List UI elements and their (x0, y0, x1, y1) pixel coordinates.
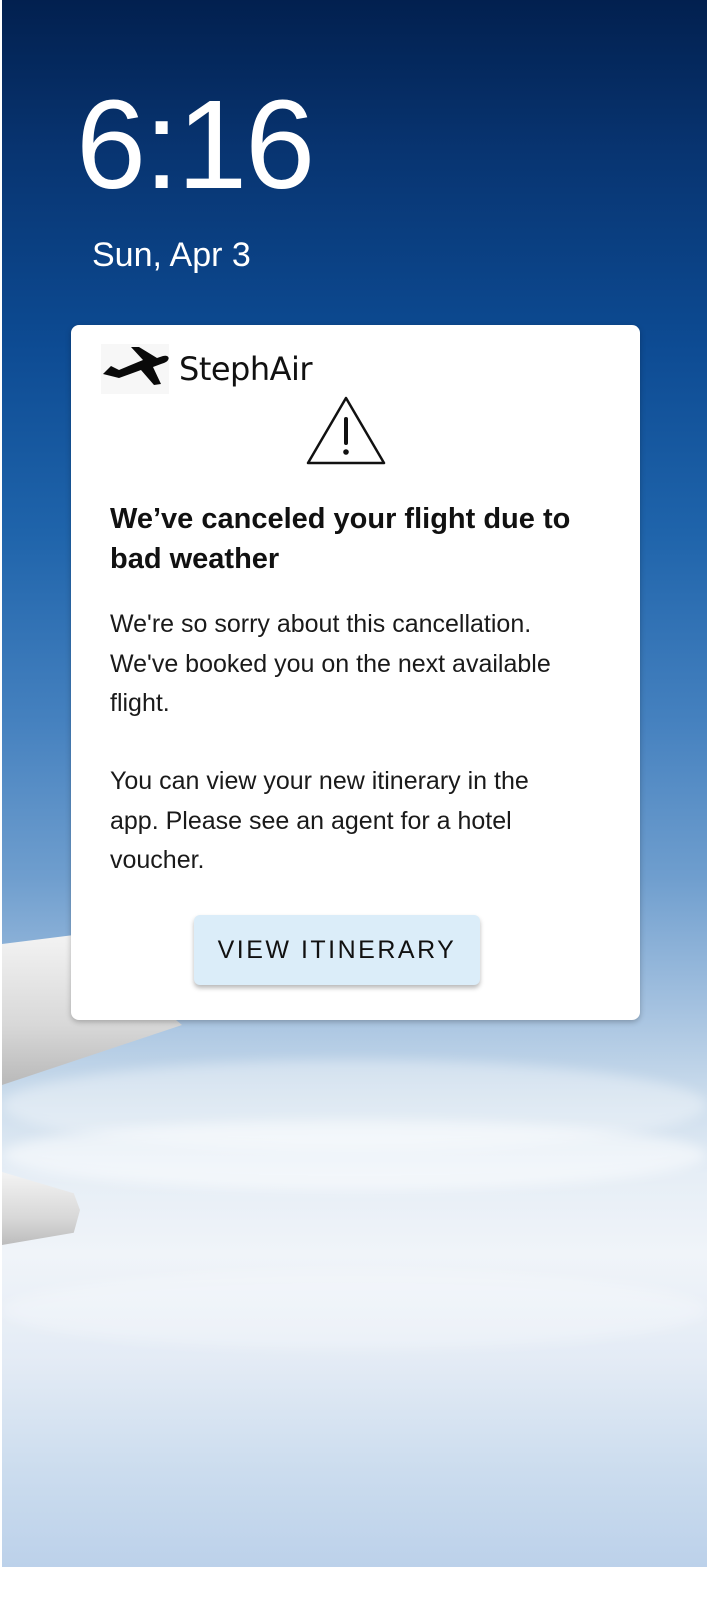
notification-headline: We’ve canceled your flight due to bad we… (110, 503, 571, 575)
airplane-wingtip (2, 1172, 80, 1245)
app-brand: StephAir (101, 343, 313, 395)
cloud-band (2, 1120, 707, 1190)
notification-card[interactable]: StephAir We’ve canceled your flight due … (71, 325, 640, 1020)
app-name: StephAir (179, 350, 313, 388)
notification-body-2: You can view your new itinerary in the a… (110, 767, 529, 874)
warning-triangle-icon (305, 395, 387, 467)
lockscreen-date: Sun, Apr 3 (92, 236, 251, 274)
notification-body-1: We're so sorry about this cancellation. … (110, 610, 551, 717)
airplane-icon (101, 344, 169, 394)
view-itinerary-button[interactable]: VIEW ITINERARY (194, 915, 480, 985)
lockscreen-clock: 6:16 (76, 74, 315, 215)
cloud-band (2, 1270, 707, 1350)
